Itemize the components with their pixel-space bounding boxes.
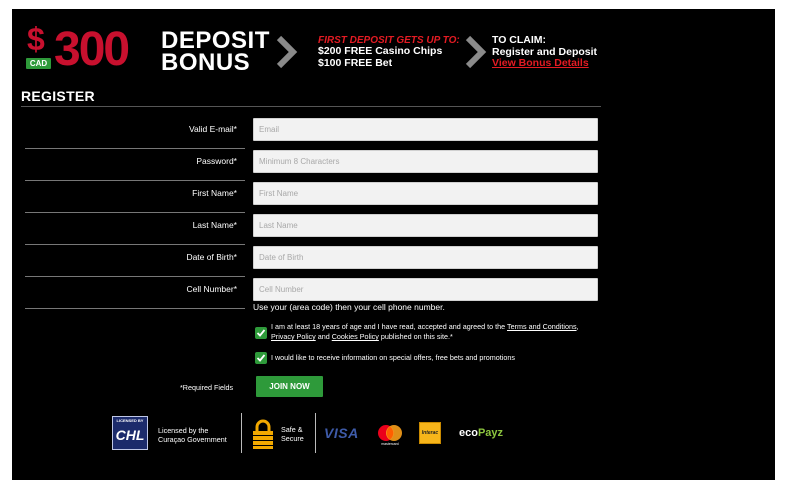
- bonus-title-line2: BONUS: [161, 49, 251, 76]
- first-name-input[interactable]: [253, 182, 598, 205]
- required-fields-note: *Required Fields: [180, 383, 234, 392]
- interac-logo: Interac: [419, 422, 441, 444]
- lock-icon: [253, 419, 273, 449]
- promotions-checkbox[interactable]: [255, 352, 267, 364]
- checkmark-icon: [256, 354, 266, 362]
- ecopayz-eco: eco: [459, 427, 478, 439]
- license-badge-mark: CHL: [115, 427, 145, 443]
- safe-secure-text: Safe & Secure: [281, 425, 304, 443]
- last-name-label: Last Name*: [192, 220, 237, 230]
- promotions-text: I would like to receive information on s…: [271, 353, 515, 362]
- terms-text-suffix: published on this site.*: [378, 332, 453, 341]
- last-name-input[interactable]: [253, 214, 598, 237]
- password-row: Password*: [25, 150, 605, 182]
- divider: [25, 244, 245, 245]
- email-label: Valid E-mail*: [188, 124, 237, 134]
- cell-number-label: Cell Number*: [186, 284, 237, 294]
- cookies-policy-link[interactable]: Cookies Policy: [332, 332, 379, 341]
- first-name-row: First Name*: [25, 182, 605, 214]
- first-name-label: First Name*: [192, 188, 237, 198]
- license-line2: Curaçao Government: [158, 435, 227, 444]
- divider: [25, 180, 245, 181]
- divider: [315, 413, 316, 453]
- privacy-policy-link[interactable]: Privacy Policy: [271, 332, 316, 341]
- checkmark-icon: [256, 329, 266, 337]
- svg-text:mastercard: mastercard: [381, 442, 399, 446]
- claim-heading: TO CLAIM:: [492, 34, 547, 46]
- offer-free-bet: $100 FREE Bet: [318, 57, 393, 69]
- cell-number-hint: Use your (area code) then your cell phon…: [253, 302, 445, 312]
- bonus-amount: 300: [54, 23, 130, 76]
- terms-checkbox[interactable]: [255, 327, 267, 339]
- mastercard-logo: mastercard: [378, 425, 402, 446]
- cell-number-input[interactable]: [253, 278, 598, 301]
- license-badge-logo: LICENSED BY CHL: [112, 416, 148, 450]
- bonus-banner: $ CAD 300 DEPOSIT BONUS FIRST DEPOSIT GE…: [12, 9, 775, 79]
- date-of-birth-input[interactable]: [253, 246, 598, 269]
- offer-casino-chips: $200 FREE Casino Chips: [318, 45, 443, 57]
- interac-wordmark: Interac: [421, 430, 439, 436]
- join-now-button[interactable]: JOIN NOW: [256, 376, 323, 397]
- chevron-right-icon: [465, 35, 487, 69]
- terms-separator: ,: [576, 322, 579, 331]
- divider: [25, 276, 245, 277]
- safe-line2: Secure: [281, 434, 304, 443]
- last-name-row: Last Name*: [25, 214, 605, 246]
- register-heading: REGISTER: [21, 88, 95, 104]
- divider: [241, 413, 242, 453]
- terms-and-conditions-link[interactable]: Terms and Conditions: [507, 322, 577, 331]
- license-text: Licensed by the Curaçao Government: [158, 426, 227, 444]
- license-line1: Licensed by the: [158, 426, 209, 435]
- view-bonus-details-link[interactable]: View Bonus Details: [492, 57, 589, 69]
- ecopayz-logo: ecoPayz: [459, 427, 503, 439]
- divider: [25, 148, 245, 149]
- currency-code-badge: CAD: [26, 58, 51, 69]
- currency-symbol: $: [27, 21, 45, 57]
- divider: [25, 308, 245, 309]
- terms-text-prefix: I am at least 18 years of age and I have…: [271, 322, 508, 331]
- license-badge-caption: LICENSED BY: [116, 418, 144, 423]
- date-of-birth-label: Date of Birth*: [186, 252, 237, 262]
- registration-panel: $ CAD 300 DEPOSIT BONUS FIRST DEPOSIT GE…: [12, 9, 775, 480]
- chevron-right-icon: [276, 35, 298, 69]
- safe-line1: Safe &: [281, 425, 303, 434]
- visa-logo: VISA: [324, 425, 359, 441]
- terms-text: I am at least 18 years of age and I have…: [271, 322, 591, 342]
- date-of-birth-row: Date of Birth*: [25, 246, 605, 278]
- divider: [21, 106, 601, 107]
- divider: [25, 212, 245, 213]
- password-input[interactable]: [253, 150, 598, 173]
- email-input[interactable]: [253, 118, 598, 141]
- terms-separator: and: [315, 332, 332, 341]
- email-row: Valid E-mail*: [25, 118, 605, 150]
- ecopayz-payz: Payz: [477, 427, 504, 439]
- password-label: Password*: [196, 156, 237, 166]
